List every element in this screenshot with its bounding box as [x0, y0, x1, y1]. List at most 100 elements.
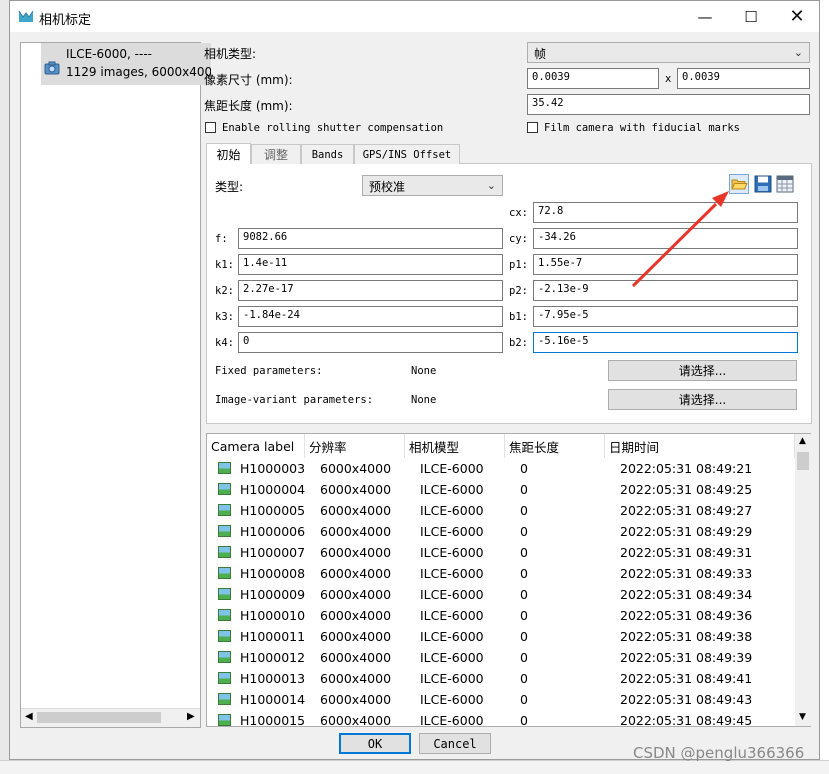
chevron-down-icon: ⌄ — [486, 179, 496, 192]
camera-label-cell: H1000013 — [240, 671, 306, 686]
list-item[interactable]: H1000003 6000x4000 ILCE-6000 0 2022:05:31 08… — [207, 458, 797, 479]
list-item[interactable]: H1000006 6000x4000 ILCE-6000 0 2022:05:31 08… — [207, 521, 797, 542]
k3-input[interactable]: -1.84e-24 — [238, 306, 503, 327]
datetime-cell: 2022:05:31 08:49:38 — [620, 629, 753, 644]
load-calibration-button[interactable] — [729, 174, 749, 194]
column-header-camera-model[interactable]: 相机模型 — [405, 434, 505, 458]
resolution-cell: 6000x4000 — [320, 524, 392, 539]
tab-initial[interactable]: 初始 — [206, 143, 251, 164]
focal-length-cell: 0 — [520, 587, 528, 602]
sensor-item[interactable]: ILCE-6000, ---- 1129 images, 6000x4000 — [41, 43, 211, 85]
camera-label-cell: H1000015 — [240, 713, 306, 727]
f-input[interactable]: 9082.66 — [238, 228, 503, 249]
b2-input[interactable]: -5.16e-5 — [533, 332, 798, 353]
chevron-down-icon: ⌄ — [793, 46, 803, 59]
film-camera-checkbox[interactable] — [527, 122, 538, 133]
image-thumbnail-icon — [218, 504, 231, 516]
image-thumbnail-icon — [218, 714, 231, 726]
p2-input[interactable]: -2.13e-9 — [533, 280, 798, 301]
film-camera-label: Film camera with fiducial marks — [544, 122, 740, 134]
image-variant-select-button[interactable]: 请选择... — [608, 389, 797, 410]
b1-input[interactable]: -7.95e-5 — [533, 306, 798, 327]
column-header-resolution[interactable]: 分辨率 — [305, 434, 405, 458]
image-list-vertical-scrollbar[interactable]: ▲ ▼ — [795, 434, 811, 726]
close-button[interactable]: ✕ — [774, 1, 820, 32]
list-item[interactable]: H1000005 6000x4000 ILCE-6000 0 2022:05:31 08… — [207, 500, 797, 521]
camera-type-select[interactable]: 帧 ⌄ — [527, 42, 810, 63]
window-title: 相机标定 — [39, 13, 92, 28]
image-list[interactable]: Camera label 分辨率 相机模型 焦距长度 日期时间 H1000003… — [206, 433, 811, 727]
tab-bands[interactable]: Bands — [301, 144, 354, 164]
camera-label-cell: H1000006 — [240, 524, 306, 539]
camera-label-cell: H1000009 — [240, 587, 306, 602]
list-item[interactable]: H1000008 6000x4000 ILCE-6000 0 2022:05:31 08… — [207, 563, 797, 584]
calib-type-select[interactable]: 预校准 ⌄ — [362, 175, 503, 196]
camera-label-cell: H1000005 — [240, 503, 306, 518]
scroll-up-icon[interactable]: ▲ — [799, 436, 806, 446]
list-item[interactable]: H1000011 6000x4000 ILCE-6000 0 2022:05:31 08… — [207, 626, 797, 647]
maximize-button[interactable]: ☐ — [728, 1, 774, 32]
background-app-right — [820, 0, 829, 773]
datetime-cell: 2022:05:31 08:49:31 — [620, 545, 753, 560]
scroll-thumb[interactable] — [37, 712, 161, 723]
resolution-cell: 6000x4000 — [320, 608, 392, 623]
column-header-focal-length[interactable]: 焦距长度 — [505, 434, 605, 458]
k1-input[interactable]: 1.4e-11 — [238, 254, 503, 275]
resolution-cell: 6000x4000 — [320, 713, 392, 727]
sensor-name: ILCE-6000, ---- — [66, 47, 153, 61]
rolling-shutter-checkbox[interactable] — [205, 122, 216, 133]
list-item[interactable]: H1000013 6000x4000 ILCE-6000 0 2022:05:31 08… — [207, 668, 797, 689]
tab-adjusted[interactable]: 调整 — [251, 144, 301, 164]
list-item[interactable]: H1000010 6000x4000 ILCE-6000 0 2022:05:31 08… — [207, 605, 797, 626]
scroll-thumb[interactable] — [797, 452, 809, 470]
image-thumbnail-icon — [218, 609, 231, 621]
focal-length-cell: 0 — [520, 482, 528, 497]
k2-input[interactable]: 2.27e-17 — [238, 280, 503, 301]
resolution-cell: 6000x4000 — [320, 587, 392, 602]
column-header-datetime[interactable]: 日期时间 — [605, 434, 795, 458]
scroll-down-icon[interactable]: ▼ — [799, 712, 806, 722]
list-item[interactable]: H1000009 6000x4000 ILCE-6000 0 2022:05:31 08… — [207, 584, 797, 605]
tab-gps-ins-offset[interactable]: GPS/INS Offset — [354, 144, 460, 164]
focal-length-cell: 0 — [520, 650, 528, 665]
k2-label: k2: — [215, 285, 234, 297]
camera-model-cell: ILCE-6000 — [420, 503, 484, 518]
cx-input[interactable]: 72.8 — [533, 202, 798, 223]
camera-label-cell: H1000003 — [240, 461, 306, 476]
list-item[interactable]: H1000004 6000x4000 ILCE-6000 0 2022:05:31 08… — [207, 479, 797, 500]
ok-button[interactable]: OK — [339, 733, 411, 754]
scroll-left-icon[interactable]: ◀ — [25, 711, 33, 722]
minimize-button[interactable]: — — [682, 1, 728, 32]
list-item[interactable]: H1000014 6000x4000 ILCE-6000 0 2022:05:31 08… — [207, 689, 797, 710]
camera-model-cell: ILCE-6000 — [420, 566, 484, 581]
pixel-size-y-input[interactable]: 0.0039 — [677, 68, 810, 89]
image-thumbnail-icon — [218, 546, 231, 558]
camera-model-cell: ILCE-6000 — [420, 650, 484, 665]
cy-input[interactable]: -34.26 — [533, 228, 798, 249]
list-item[interactable]: H1000007 6000x4000 ILCE-6000 0 2022:05:31 08… — [207, 542, 797, 563]
datetime-cell: 2022:05:31 08:49:45 — [620, 713, 753, 727]
pixel-size-x-input[interactable]: 0.0039 — [527, 68, 659, 89]
background-app-left — [0, 0, 9, 773]
focal-length-input[interactable]: 35.42 — [527, 94, 810, 115]
camera-calibration-dialog: 相机标定 — ☐ ✕ ILCE-6000, ---- 1129 images, … — [9, 0, 820, 760]
b2-label: b2: — [509, 337, 528, 349]
image-thumbnail-icon — [218, 525, 231, 537]
calibration-table-button[interactable] — [775, 174, 795, 194]
list-item[interactable]: H1000012 6000x4000 ILCE-6000 0 2022:05:31 08… — [207, 647, 797, 668]
open-folder-icon — [731, 179, 748, 190]
datetime-cell: 2022:05:31 08:49:33 — [620, 566, 753, 581]
cancel-button[interactable]: Cancel — [419, 733, 491, 754]
camera-model-cell: ILCE-6000 — [420, 629, 484, 644]
p1-input[interactable]: 1.55e-7 — [533, 254, 798, 275]
camera-type-value: 帧 — [534, 47, 547, 61]
save-calibration-button[interactable] — [753, 174, 773, 194]
pixel-size-separator: x — [665, 73, 672, 85]
column-header-camera-label[interactable]: Camera label — [207, 434, 305, 458]
k4-input[interactable]: 0 — [238, 332, 503, 353]
scroll-right-icon[interactable]: ▶ — [187, 711, 195, 722]
list-item[interactable]: H1000015 6000x4000 ILCE-6000 0 2022:05:31 08… — [207, 710, 797, 727]
left-horizontal-scrollbar[interactable]: ◀ ▶ — [21, 708, 200, 727]
fixed-parameters-select-button[interactable]: 请选择... — [608, 360, 797, 381]
image-thumbnail-icon — [218, 462, 231, 474]
